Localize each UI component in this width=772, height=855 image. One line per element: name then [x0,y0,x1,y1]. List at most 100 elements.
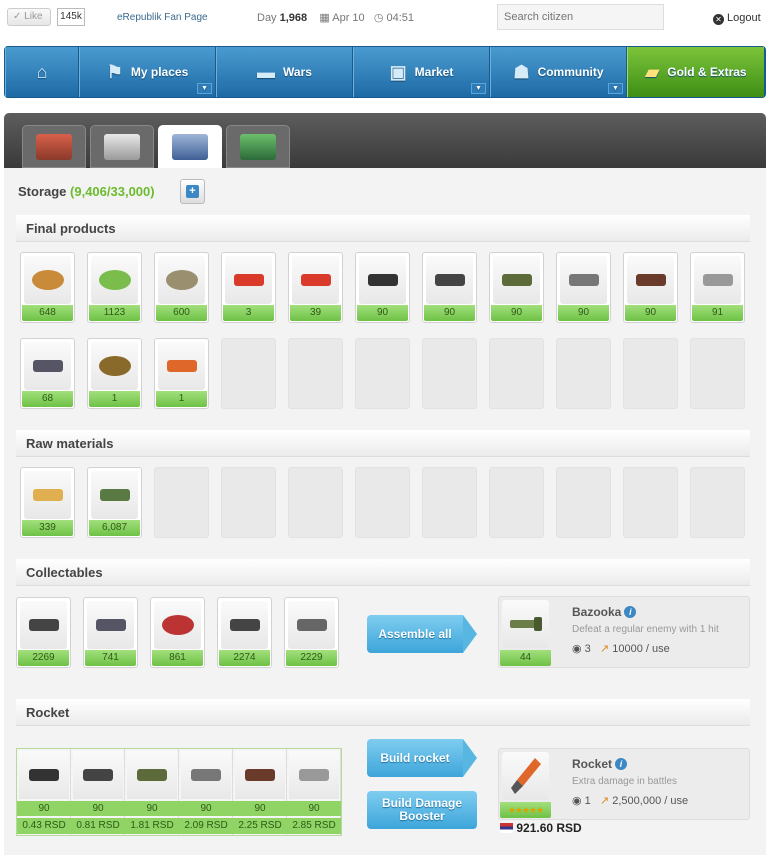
empty-slot [422,338,477,409]
final-product-tile[interactable]: 600 [154,252,209,323]
rocket-ingredient[interactable]: 90 2.25 RSD [233,749,287,835]
weapon-raw-crate-icon [91,471,138,519]
collectable-tile[interactable]: 2229 [284,597,339,668]
rocket-total-price: 921.60 RSD [500,821,582,835]
expand-storage-button[interactable]: + [180,179,205,204]
empty-slot [690,338,745,409]
collectable-tile[interactable]: 2274 [217,597,272,668]
raw-material-tile[interactable]: 6,087 [87,467,142,538]
like-button[interactable]: ✓ Like [7,8,51,26]
day-value: 1,968 [279,12,308,24]
collectable-tile[interactable]: 861 [150,597,205,668]
final-product-tile[interactable]: 90 [556,252,611,323]
item-count: 2269 [18,650,69,666]
day-label: Day [257,12,277,24]
final-product-tile[interactable]: 68 [20,338,75,409]
collectable-tile[interactable]: 2269 [16,597,71,668]
raw-material-tile[interactable]: 339 [20,467,75,538]
chevron-down-icon[interactable]: ▼ [197,83,212,94]
tab-storage[interactable] [158,125,222,168]
people-icon: ☗ [513,61,530,82]
total-price-value: 921.60 RSD [516,821,582,835]
search-input[interactable] [497,4,664,30]
like-label: Like [24,11,43,22]
final-product-tile[interactable]: 90 [422,252,477,323]
storage-label: Storage [18,184,67,199]
serbia-flag-icon [500,823,513,833]
assemble-all-button[interactable]: Assemble all [367,615,463,653]
arrow-right-icon [463,739,477,777]
rocket-ingredient[interactable]: 90 1.81 RSD [125,749,179,835]
warhead-icon [154,601,201,649]
final-product-tile[interactable]: 90 [355,252,410,323]
chevron-down-icon[interactable]: ▼ [471,83,486,94]
rocket-ingredient[interactable]: 90 0.43 RSD [17,749,71,835]
stars-rating: ★★★★★ [500,802,551,818]
nav-gold-extras[interactable]: ▰ Gold & Extras [627,47,765,97]
rocket-ingredient[interactable]: 90 2.85 RSD [287,749,341,835]
nav-label: Gold & Extras [667,65,747,79]
final-product-tile[interactable]: 90 [623,252,678,323]
tab-training[interactable] [90,125,154,168]
logout-button[interactable]: ✕ Logout [713,12,761,25]
plus-icon: + [186,185,199,198]
arrow-right-icon [463,615,477,653]
bread-icon [24,256,71,304]
nav-my-places[interactable]: ⚑ My places ▼ [79,47,216,97]
scope-icon [20,601,67,649]
final-product-tile[interactable]: 39 [288,252,343,323]
pistol-icon [19,751,69,799]
bazooka-desc: Defeat a regular enemy with 1 hit [572,624,719,635]
empty-slot [288,338,343,409]
tab-companies[interactable] [22,125,86,168]
nav-community[interactable]: ☗ Community ▼ [490,47,627,97]
ingredient-count: 90 [233,801,287,816]
ingredient-count: 90 [125,801,179,816]
ingredient-count: 90 [287,801,341,816]
rocket-tile[interactable]: ★★★★★ [499,749,554,819]
machine-gun-icon [73,751,123,799]
info-icon[interactable]: i [624,606,637,618]
clock-icon: ◷ [373,12,384,24]
aircraft-icon [560,256,607,304]
energy-bar-2x-icon [292,256,339,304]
rocket-ingredient[interactable]: 90 2.09 RSD [179,749,233,835]
empty-slot [355,467,410,538]
day-info: Day 1,968 ▦ Apr 10 ◷ 04:51 [257,11,414,24]
item-count: 90 [424,305,475,321]
final-product-tile[interactable]: 1 [154,338,209,409]
empty-slot [690,467,745,538]
item-count: 6,087 [89,520,140,536]
rocket-ingredient[interactable]: 90 0.81 RSD [71,749,125,835]
nav-wars[interactable]: ▬ Wars [216,47,353,97]
build-damage-booster-button[interactable]: Build Damage Booster [367,791,477,829]
barrel-icon [288,601,335,649]
damage-icon: ↗ [599,795,610,807]
item-count: 600 [156,305,207,321]
ingredient-price: 2.09 RSD [179,818,233,834]
item-count: 3 [223,305,274,321]
final-product-tile[interactable]: 3 [221,252,276,323]
building-icon [104,133,140,160]
final-product-tile[interactable]: 91 [690,252,745,323]
tab-military[interactable] [226,125,290,168]
final-product-tile[interactable]: 90 [489,252,544,323]
collectable-tile[interactable]: 741 [83,597,138,668]
ingredient-price: 0.81 RSD [71,818,125,834]
empty-slot [221,467,276,538]
final-product-tile[interactable]: 648 [20,252,75,323]
fan-page-link[interactable]: eRepublik Fan Page [117,12,208,23]
nav-market[interactable]: ▣ Market ▼ [353,47,490,97]
ingredient-price: 1.81 RSD [125,818,179,834]
final-product-tile[interactable]: 1123 [87,252,142,323]
ingredient-price: 0.43 RSD [17,818,71,834]
build-rocket-button[interactable]: Build rocket [367,739,463,777]
final-product-tile[interactable]: 1 [87,338,142,409]
empty-slot [556,338,611,409]
tank-icon [493,256,540,304]
nav-home[interactable]: ⌂ [5,47,79,97]
chevron-down-icon[interactable]: ▼ [608,83,623,94]
info-icon[interactable]: i [615,758,628,770]
rocket-icon [158,342,205,390]
bazooka-tile[interactable]: 44 [499,597,554,667]
